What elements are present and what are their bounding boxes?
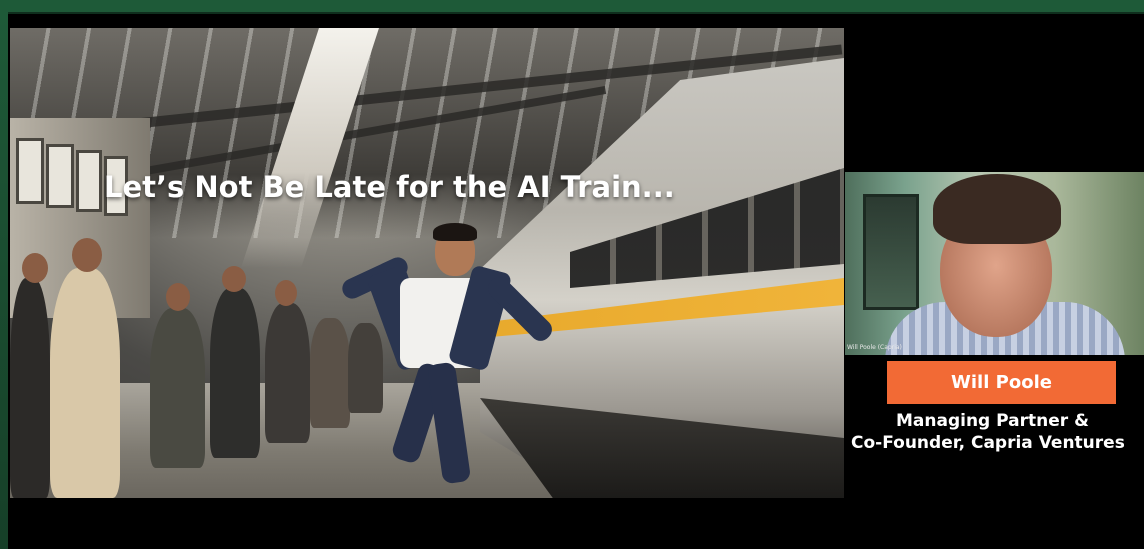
- runner-hair: [433, 223, 477, 241]
- crowd-head: [166, 283, 190, 311]
- station-window: [76, 150, 102, 212]
- window-top-border: [0, 0, 1144, 14]
- crowd-person: [50, 268, 120, 498]
- crowd-person: [210, 288, 260, 458]
- speaker-hair: [933, 174, 1061, 244]
- crowd-head: [275, 280, 297, 306]
- speaker-title: Managing Partner & Co-Founder, Capria Ve…: [846, 410, 1144, 454]
- speaker-title-line1: Managing Partner &: [896, 411, 1089, 431]
- crowd-person: [265, 303, 310, 443]
- crowd-head: [22, 253, 48, 283]
- speaker-title-line2: Co-Founder, Capria Ventures: [851, 433, 1125, 453]
- crowd-person: [10, 278, 50, 498]
- station-window: [46, 144, 74, 208]
- slide-image: Let’s Not Be Late for the AI Train...: [10, 28, 844, 498]
- slide-title: Let’s Not Be Late for the AI Train...: [104, 170, 675, 204]
- speaker-name: Will Poole: [951, 372, 1052, 393]
- background-window: [863, 194, 919, 310]
- video-participant-label: Will Poole (Capria): [847, 344, 902, 351]
- speaker-video: Will Poole (Capria): [845, 172, 1144, 355]
- speaker-name-badge: Will Poole: [887, 361, 1116, 404]
- crowd-person: [310, 318, 350, 428]
- station-window: [16, 138, 44, 204]
- crowd-head: [222, 266, 246, 292]
- presentation-stage: Let’s Not Be Late for the AI Train... Wi…: [8, 14, 1144, 549]
- crowd-person: [348, 323, 383, 413]
- crowd-person: [150, 308, 205, 468]
- crowd-head: [72, 238, 102, 272]
- window-left-border: [0, 12, 8, 549]
